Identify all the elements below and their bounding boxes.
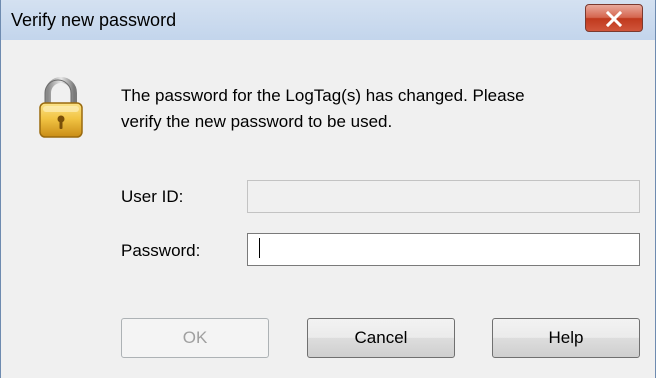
message-text: The password for the LogTag(s) has chang… [121,83,641,135]
verify-password-dialog: Verify new password The password for the… [0,0,656,378]
help-button[interactable]: Help [492,318,640,358]
window-title: Verify new password [11,10,177,30]
user-id-label: User ID: [121,187,184,206]
close-icon [606,11,622,27]
ok-button[interactable]: OK [121,318,269,358]
message-line-1: The password for the LogTag(s) has chang… [121,86,525,105]
cancel-button[interactable]: Cancel [307,318,455,358]
text-caret [259,238,260,258]
dialog-body: The password for the LogTag(s) has chang… [1,40,655,378]
padlock-icon [39,77,83,138]
password-label: Password: [121,241,201,260]
user-id-field[interactable] [247,180,640,213]
password-field[interactable] [247,233,640,266]
message-line-2: verify the new password to be used. [121,112,393,131]
title-bar[interactable]: Verify new password [1,0,655,40]
close-button[interactable] [585,4,643,32]
